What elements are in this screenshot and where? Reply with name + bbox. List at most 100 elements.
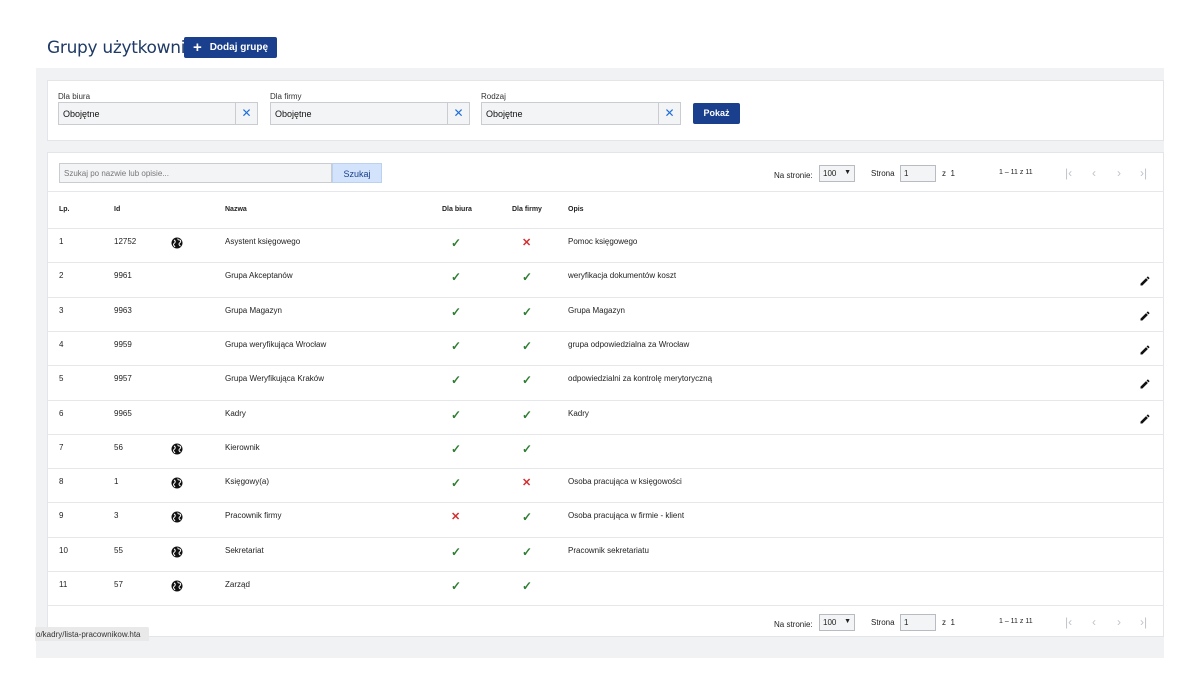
row-divider xyxy=(47,228,1164,229)
table-panel xyxy=(47,152,1164,637)
cell-lp: 9 xyxy=(59,511,64,521)
globe-icon xyxy=(171,442,183,455)
check-icon: ✓ xyxy=(522,579,533,593)
cell-name: Sekretariat xyxy=(225,545,264,555)
cell-desc: Pracownik sekretariatu xyxy=(568,545,649,555)
first-page-icon[interactable]: |‹ xyxy=(1065,166,1072,180)
per-page-select[interactable]: 100 ▼ xyxy=(819,614,855,631)
cell-lp: 5 xyxy=(59,374,64,384)
next-page-icon[interactable]: › xyxy=(1117,615,1121,629)
row-divider xyxy=(47,296,1164,298)
filter-company-select[interactable]: Obojętne ✕ xyxy=(270,102,470,125)
cell-lp: 7 xyxy=(59,442,64,452)
cell-lp: 1 xyxy=(59,237,64,246)
cell-id: 9959 xyxy=(114,339,132,349)
cell-desc: Osoba pracująca w firmie - klient xyxy=(568,511,685,521)
row-divider xyxy=(47,502,1164,504)
col-header-company: Dla firmy xyxy=(512,206,542,213)
filter-company-label: Dla firmy xyxy=(270,92,302,101)
globe-icon xyxy=(171,545,183,558)
edit-icon[interactable] xyxy=(1139,309,1151,321)
cell-id: 57 xyxy=(114,580,123,589)
cell-lp: 4 xyxy=(59,339,64,349)
clear-icon[interactable]: ✕ xyxy=(235,103,257,124)
row-divider xyxy=(47,399,1164,401)
cell-desc: Grupa Magazyn xyxy=(568,305,625,315)
row-divider xyxy=(47,330,1164,332)
per-page-label: Na stronie: xyxy=(774,171,813,180)
cell-name: Grupa Akceptanów xyxy=(225,271,293,281)
globe-icon xyxy=(171,236,183,249)
check-icon: ✓ xyxy=(522,407,533,422)
last-page-icon[interactable]: ›| xyxy=(1140,166,1147,180)
cell-name: Księgowy(a) xyxy=(225,477,270,487)
page-total: z 1 xyxy=(942,618,955,627)
page-input[interactable]: 1 xyxy=(900,614,936,631)
prev-page-icon[interactable]: ‹ xyxy=(1092,166,1096,180)
col-header-lp: Lp. xyxy=(59,206,70,213)
check-icon: ✓ xyxy=(451,304,462,319)
per-page-select[interactable]: 100 ▼ xyxy=(819,165,855,182)
globe-icon xyxy=(171,476,183,489)
pager-bottom: Na stronie: 100 ▼ Strona 1 z 1 1 – 11 z 1… xyxy=(0,614,1200,634)
col-header-name: Nazwa xyxy=(225,206,247,213)
check-icon: ✓ xyxy=(522,270,533,285)
cell-lp: 10 xyxy=(59,545,68,555)
check-icon: ✓ xyxy=(451,441,462,456)
row-divider xyxy=(47,262,1164,264)
filter-office-select[interactable]: Obojętne ✕ xyxy=(58,102,258,125)
next-page-icon[interactable]: › xyxy=(1117,166,1121,180)
globe-icon xyxy=(171,510,183,523)
cell-desc: odpowiedzialni za kontrolę merytoryczną xyxy=(568,374,713,384)
page-input[interactable]: 1 xyxy=(900,165,936,182)
cell-name: Kierownik xyxy=(225,442,260,452)
page-label: Strona xyxy=(871,618,895,627)
cross-icon: ✕ xyxy=(451,511,461,524)
filter-type-select[interactable]: Obojętne ✕ xyxy=(481,102,681,125)
check-icon: ✓ xyxy=(522,544,533,559)
cell-lp: 2 xyxy=(59,271,64,281)
cell-id: 9957 xyxy=(114,374,132,384)
row-divider xyxy=(47,365,1164,367)
cross-icon: ✕ xyxy=(522,477,532,490)
edit-icon[interactable] xyxy=(1139,343,1151,355)
edit-icon[interactable] xyxy=(1139,412,1151,424)
clear-icon[interactable]: ✕ xyxy=(658,103,680,124)
check-icon: ✓ xyxy=(451,544,462,559)
cell-id: 55 xyxy=(114,545,123,555)
filter-office-label: Dla biura xyxy=(58,92,91,101)
col-header-id: Id xyxy=(114,206,121,213)
first-page-icon[interactable]: |‹ xyxy=(1065,615,1072,629)
cell-id: 12752 xyxy=(114,237,137,246)
cell-lp: 6 xyxy=(59,408,64,418)
cell-desc: Pomoc księgowego xyxy=(568,237,638,246)
cell-desc: weryfikacja dokumentów koszt xyxy=(568,271,677,281)
page-value: 1 xyxy=(904,618,909,627)
edit-icon[interactable] xyxy=(1139,274,1151,286)
last-page-icon[interactable]: ›| xyxy=(1140,615,1147,629)
show-button[interactable]: Pokaż xyxy=(693,103,740,124)
clear-icon[interactable]: ✕ xyxy=(447,103,469,124)
add-group-label: Dodaj grupę xyxy=(209,42,269,53)
cell-name: Pracownik firmy xyxy=(225,511,282,521)
status-url: o/kadry/lista-pracownikow.hta xyxy=(35,627,149,641)
check-icon: ✓ xyxy=(522,338,533,353)
filter-type-value: Obojętne xyxy=(486,109,523,119)
cell-id: 56 xyxy=(114,442,123,452)
cell-lp: 8 xyxy=(59,477,64,487)
check-icon: ✓ xyxy=(451,373,462,388)
cell-desc: Osoba pracująca w księgowości xyxy=(568,477,682,487)
check-icon: ✓ xyxy=(522,510,533,525)
cell-name: Kadry xyxy=(225,408,246,418)
check-icon: ✓ xyxy=(451,338,462,353)
caret-down-icon: ▼ xyxy=(844,169,851,176)
edit-icon[interactable] xyxy=(1139,377,1151,389)
prev-page-icon[interactable]: ‹ xyxy=(1092,615,1096,629)
row-divider xyxy=(47,571,1164,572)
cell-desc: Kadry xyxy=(568,408,589,418)
check-icon: ✓ xyxy=(451,579,462,593)
add-group-button[interactable]: + Dodaj grupę xyxy=(184,37,277,58)
cell-id: 1 xyxy=(114,477,119,487)
row-divider xyxy=(47,433,1164,435)
row-divider xyxy=(47,468,1164,470)
